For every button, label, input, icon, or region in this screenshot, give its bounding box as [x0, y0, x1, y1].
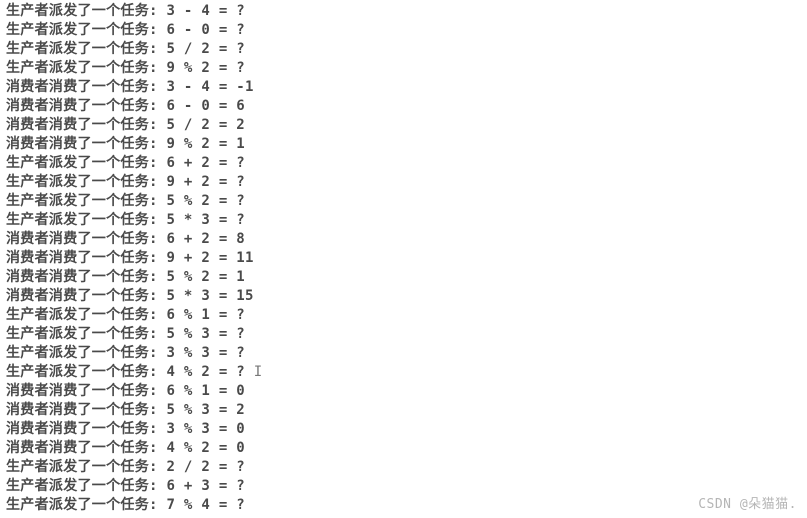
console-line: 生产者派发了一个任务: 6 + 3 = ?: [6, 477, 801, 496]
consumer-label: 消费者消费了一个任务:: [6, 79, 166, 95]
console-line: 生产者派发了一个任务: 5 % 3 = ?: [6, 325, 801, 344]
console-line: 生产者派发了一个任务: 9 + 2 = ?: [6, 173, 801, 192]
expression-text: 3 - 4 = ?: [166, 3, 245, 19]
console-line: 消费者消费了一个任务: 6 % 1 = 0: [6, 382, 801, 401]
expression-text: 7 % 4 = ?: [166, 497, 245, 513]
expression-text: 5 % 2 = 1: [166, 269, 245, 285]
expression-text: 6 % 1 = 0: [166, 383, 245, 399]
producer-label: 生产者派发了一个任务:: [6, 459, 166, 475]
console-line: 消费者消费了一个任务: 5 / 2 = 2: [6, 116, 801, 135]
expression-text: 9 + 2 = 11: [166, 250, 253, 266]
expression-text: 6 - 0 = 6: [166, 98, 245, 114]
console-line: 生产者派发了一个任务: 7 % 4 = ?: [6, 496, 801, 515]
producer-label: 生产者派发了一个任务:: [6, 193, 166, 209]
consumer-label: 消费者消费了一个任务:: [6, 98, 166, 114]
console-line: 消费者消费了一个任务: 3 % 3 = 0: [6, 420, 801, 439]
consumer-label: 消费者消费了一个任务:: [6, 117, 166, 133]
text-cursor-icon: I: [245, 364, 262, 380]
console-line: 生产者派发了一个任务: 3 % 3 = ?: [6, 344, 801, 363]
console-line: 生产者派发了一个任务: 5 / 2 = ?: [6, 40, 801, 59]
consumer-label: 消费者消费了一个任务:: [6, 250, 166, 266]
producer-label: 生产者派发了一个任务:: [6, 364, 166, 380]
producer-label: 生产者派发了一个任务:: [6, 41, 166, 57]
console-line: 消费者消费了一个任务: 5 * 3 = 15: [6, 287, 801, 306]
consumer-label: 消费者消费了一个任务:: [6, 440, 166, 456]
expression-text: 5 / 2 = ?: [166, 41, 245, 57]
expression-text: 6 + 3 = ?: [166, 478, 245, 494]
producer-label: 生产者派发了一个任务:: [6, 345, 166, 361]
expression-text: 4 % 2 = ?: [166, 364, 245, 380]
expression-text: 6 - 0 = ?: [166, 22, 245, 38]
expression-text: 9 + 2 = ?: [166, 174, 245, 190]
console-line: 消费者消费了一个任务: 9 % 2 = 1: [6, 135, 801, 154]
producer-label: 生产者派发了一个任务:: [6, 174, 166, 190]
consumer-label: 消费者消费了一个任务:: [6, 231, 166, 247]
producer-label: 生产者派发了一个任务:: [6, 60, 166, 76]
expression-text: 2 / 2 = ?: [166, 459, 245, 475]
console-line: 生产者派发了一个任务: 6 % 1 = ?: [6, 306, 801, 325]
console-line: 生产者派发了一个任务: 6 - 0 = ?: [6, 21, 801, 40]
producer-label: 生产者派发了一个任务:: [6, 155, 166, 171]
console-line: 生产者派发了一个任务: 5 % 2 = ?: [6, 192, 801, 211]
expression-text: 5 * 3 = 15: [166, 288, 253, 304]
producer-label: 生产者派发了一个任务:: [6, 212, 166, 228]
consumer-label: 消费者消费了一个任务:: [6, 269, 166, 285]
expression-text: 3 % 3 = 0: [166, 421, 245, 437]
expression-text: 5 % 3 = 2: [166, 402, 245, 418]
producer-label: 生产者派发了一个任务:: [6, 307, 166, 323]
console-output: 生产者派发了一个任务: 3 - 4 = ?生产者派发了一个任务: 6 - 0 =…: [6, 2, 801, 515]
console-line: 消费者消费了一个任务: 6 + 2 = 8: [6, 230, 801, 249]
consumer-label: 消费者消费了一个任务:: [6, 402, 166, 418]
expression-text: 3 % 3 = ?: [166, 345, 245, 361]
expression-text: 5 * 3 = ?: [166, 212, 245, 228]
producer-label: 生产者派发了一个任务:: [6, 326, 166, 342]
expression-text: 5 % 2 = ?: [166, 193, 245, 209]
producer-label: 生产者派发了一个任务:: [6, 3, 166, 19]
expression-text: 6 % 1 = ?: [166, 307, 245, 323]
producer-label: 生产者派发了一个任务:: [6, 478, 166, 494]
console-line: 生产者派发了一个任务: 2 / 2 = ?: [6, 458, 801, 477]
console-line: 生产者派发了一个任务: 6 + 2 = ?: [6, 154, 801, 173]
console-line: 生产者派发了一个任务: 4 % 2 = ? I: [6, 363, 801, 382]
expression-text: 5 % 3 = ?: [166, 326, 245, 342]
consumer-label: 消费者消费了一个任务:: [6, 421, 166, 437]
expression-text: 5 / 2 = 2: [166, 117, 245, 133]
expression-text: 9 % 2 = 1: [166, 136, 245, 152]
consumer-label: 消费者消费了一个任务:: [6, 288, 166, 304]
console-line: 消费者消费了一个任务: 5 % 2 = 1: [6, 268, 801, 287]
watermark-text: CSDN @朵猫猫.: [698, 493, 797, 512]
expression-text: 9 % 2 = ?: [166, 60, 245, 76]
console-line: 消费者消费了一个任务: 9 + 2 = 11: [6, 249, 801, 268]
console-line: 消费者消费了一个任务: 6 - 0 = 6: [6, 97, 801, 116]
consumer-label: 消费者消费了一个任务:: [6, 383, 166, 399]
producer-label: 生产者派发了一个任务:: [6, 497, 166, 513]
producer-label: 生产者派发了一个任务:: [6, 22, 166, 38]
expression-text: 4 % 2 = 0: [166, 440, 245, 456]
expression-text: 6 + 2 = 8: [166, 231, 245, 247]
expression-text: 3 - 4 = -1: [166, 79, 253, 95]
console-line: 生产者派发了一个任务: 9 % 2 = ?: [6, 59, 801, 78]
console-line: 消费者消费了一个任务: 5 % 3 = 2: [6, 401, 801, 420]
console-line: 消费者消费了一个任务: 3 - 4 = -1: [6, 78, 801, 97]
consumer-label: 消费者消费了一个任务:: [6, 136, 166, 152]
console-line: 消费者消费了一个任务: 4 % 2 = 0: [6, 439, 801, 458]
console-line: 生产者派发了一个任务: 5 * 3 = ?: [6, 211, 801, 230]
console-line: 生产者派发了一个任务: 3 - 4 = ?: [6, 2, 801, 21]
expression-text: 6 + 2 = ?: [166, 155, 245, 171]
